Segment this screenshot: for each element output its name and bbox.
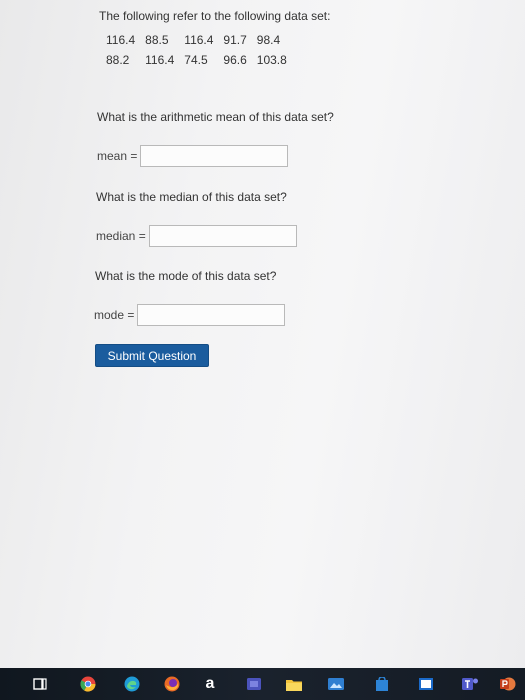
mode-row: mode = [94,304,286,326]
photos-icon[interactable] [328,676,344,692]
firefox-icon[interactable] [164,676,180,692]
mean-label: mean = [97,149,138,163]
mode-question: What is the mode of this data set? [95,269,277,283]
data-cell: 91.7 [223,33,247,47]
data-cell: 88.2 [106,53,130,67]
intro-text: The following refer to the following dat… [99,9,331,23]
taskbar: a [0,668,525,700]
median-row: median = [96,225,297,247]
data-cell: 98.4 [256,33,281,47]
data-row: 116.4 88.5 116.4 91.7 98.4 [101,30,292,50]
median-input[interactable] [148,225,297,247]
edge-icon[interactable] [124,676,140,692]
data-cell: 88.5 [145,33,169,47]
mean-row: mean = [97,145,289,167]
submit-question-button[interactable]: Submit Question [95,344,209,367]
mean-question: What is the arithmetic mean of this data… [97,110,334,124]
powerpoint-icon[interactable] [500,676,516,692]
question-page: The following refer to the following dat… [0,0,525,668]
data-cell: 96.6 [223,53,247,67]
data-cell: 116.4 [106,33,136,47]
data-row: 88.2 116.4 74.5 96.6 103.8 [101,50,292,70]
data-cell: 116.4 [184,33,214,47]
data-cell: 116.4 [145,53,175,67]
mean-input[interactable] [140,145,289,167]
data-set-table: 116.4 88.5 116.4 91.7 98.4 88.2 116.4 74… [101,30,292,70]
median-question: What is the median of this data set? [96,190,287,204]
file-explorer-icon[interactable] [286,676,302,692]
amazon-icon[interactable]: a [202,675,218,692]
mail-icon[interactable] [418,676,434,692]
data-cell: 74.5 [184,53,208,67]
mode-input[interactable] [137,304,286,326]
median-label: median = [96,229,146,243]
amazon-letter: a [205,675,215,692]
data-cell: 103.8 [256,53,287,67]
store-icon[interactable] [374,676,390,692]
teams-icon[interactable] [246,676,262,692]
teams-t-icon[interactable] [462,676,478,692]
task-view-icon[interactable] [32,676,48,692]
mode-label: mode = [94,308,135,322]
chrome-icon[interactable] [80,676,96,692]
